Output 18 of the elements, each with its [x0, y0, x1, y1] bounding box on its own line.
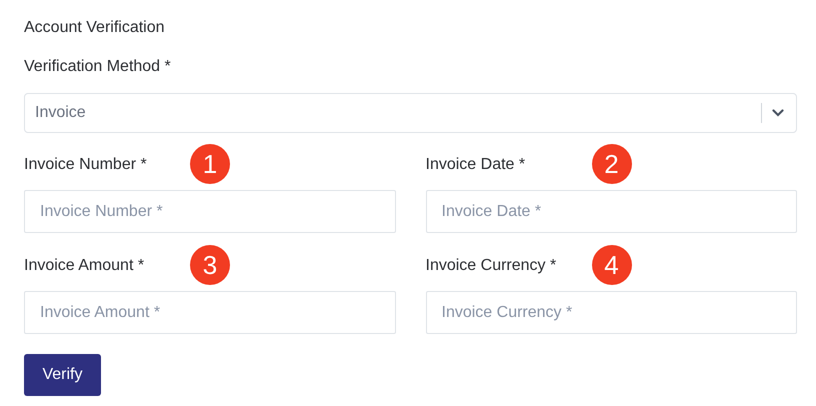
number-badge: 1	[190, 144, 230, 184]
number-badge: 2	[592, 144, 632, 184]
section-title: Account Verification	[24, 18, 165, 38]
text-field[interactable]: Invoice Amount *	[24, 291, 396, 334]
select-field[interactable]: Invoice	[24, 93, 797, 133]
verify-button[interactable]: Verify	[24, 354, 101, 396]
text-field[interactable]: Invoice Date *	[426, 190, 797, 233]
field-label: Invoice Amount *	[24, 256, 144, 276]
chevron-down-icon	[772, 109, 784, 117]
select-value: Invoice	[35, 103, 87, 123]
text-field[interactable]: Invoice Number *	[24, 190, 396, 233]
text-field[interactable]: Invoice Currency *	[426, 291, 797, 334]
number-badge: 3	[190, 245, 230, 285]
number-badge: 4	[592, 245, 632, 285]
field-label: Invoice Currency *	[426, 256, 556, 276]
field-label: Invoice Number *	[24, 155, 147, 175]
field-label: Invoice Date *	[426, 155, 526, 175]
field-label: Verification Method *	[24, 57, 171, 77]
